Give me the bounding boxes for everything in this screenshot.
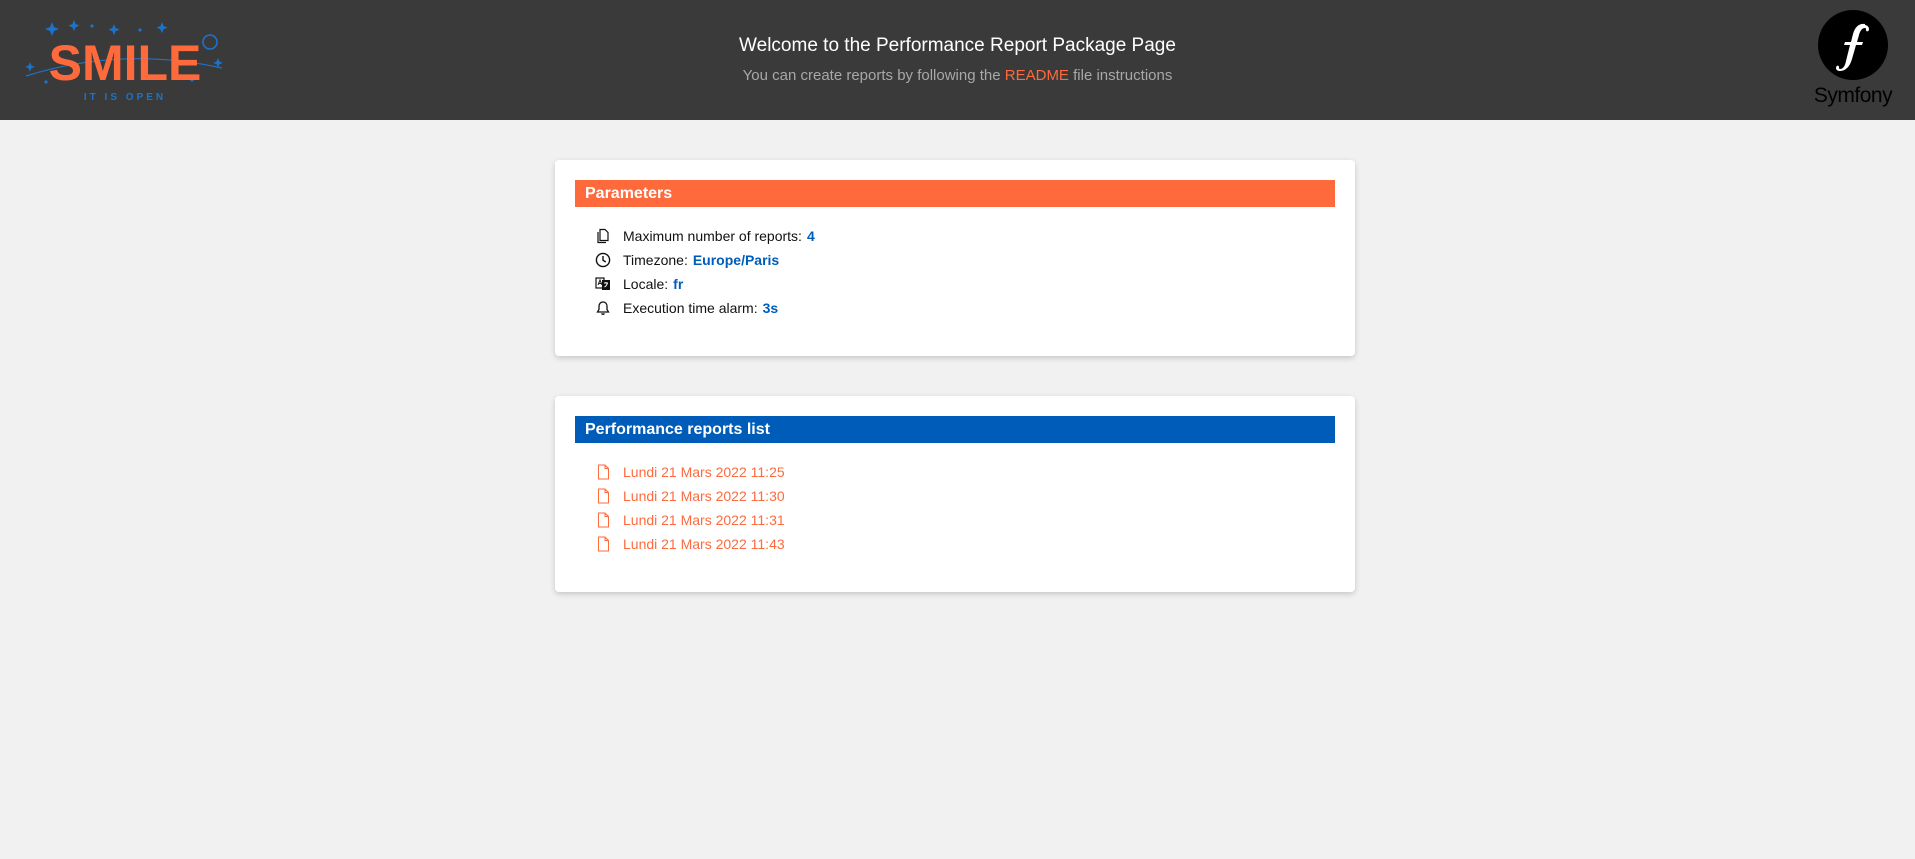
param-item-execution-alarm: Execution time alarm: 3s — [595, 296, 815, 320]
param-value: 3s — [762, 300, 779, 316]
param-label: Locale: — [623, 276, 669, 292]
symfony-sf-icon — [1818, 10, 1888, 80]
param-value: 4 — [806, 228, 815, 244]
reports-list: Lundi 21 Mars 2022 11:25 Lundi 21 Mars 2… — [595, 460, 785, 556]
file-icon — [595, 512, 611, 528]
param-item-timezone: Timezone: Europe/Paris — [595, 248, 815, 272]
report-link[interactable]: Lundi 21 Mars 2022 11:31 — [623, 512, 785, 528]
symfony-logo[interactable]: Symfony — [1808, 8, 1898, 114]
file-icon — [595, 464, 611, 480]
clock-icon — [595, 252, 611, 268]
param-label: Execution time alarm: — [623, 300, 758, 316]
parameters-heading: Parameters — [575, 180, 1335, 207]
param-value: fr — [673, 276, 684, 292]
page-title: Welcome to the Performance Report Packag… — [739, 35, 1176, 56]
param-label: Maximum number of reports: — [623, 228, 802, 244]
translate-icon — [595, 276, 611, 292]
report-item[interactable]: Lundi 21 Mars 2022 11:43 — [595, 532, 785, 556]
logo-tagline: IT IS OPEN — [84, 92, 166, 103]
file-icon — [595, 536, 611, 552]
subtitle-prefix: You can create reports by following the — [742, 67, 1001, 84]
report-link[interactable]: Lundi 21 Mars 2022 11:30 — [623, 488, 785, 504]
subtitle-suffix: file instructions — [1073, 67, 1173, 84]
report-item[interactable]: Lundi 21 Mars 2022 11:30 — [595, 484, 785, 508]
parameters-list: Maximum number of reports: 4 Timezone: E… — [595, 224, 815, 320]
reports-card: Performance reports list Lundi 21 Mars 2… — [555, 396, 1355, 592]
reports-heading: Performance reports list — [575, 416, 1335, 443]
symfony-label: Symfony — [1813, 84, 1893, 107]
report-item[interactable]: Lundi 21 Mars 2022 11:25 — [595, 460, 785, 484]
report-link[interactable]: Lundi 21 Mars 2022 11:43 — [623, 536, 785, 552]
param-item-max-reports: Maximum number of reports: 4 — [595, 224, 815, 248]
report-item[interactable]: Lundi 21 Mars 2022 11:31 — [595, 508, 785, 532]
page-subtitle: You can create reports by following the … — [0, 66, 1915, 86]
file-icon — [595, 488, 611, 504]
param-item-locale: Locale: fr — [595, 272, 815, 296]
files-icon — [595, 228, 611, 244]
readme-link[interactable]: README — [1005, 67, 1069, 84]
report-link[interactable]: Lundi 21 Mars 2022 11:25 — [623, 464, 785, 480]
parameters-card: Parameters Maximum number of reports: 4 … — [555, 160, 1355, 356]
param-label: Timezone: — [623, 252, 688, 268]
header-welcome: Welcome to the Performance Report Packag… — [0, 34, 1915, 86]
bell-icon — [595, 300, 611, 316]
param-value: Europe/Paris — [692, 252, 780, 268]
page-header: SMILE IT IS OPEN Welcome to the Performa… — [0, 0, 1915, 120]
